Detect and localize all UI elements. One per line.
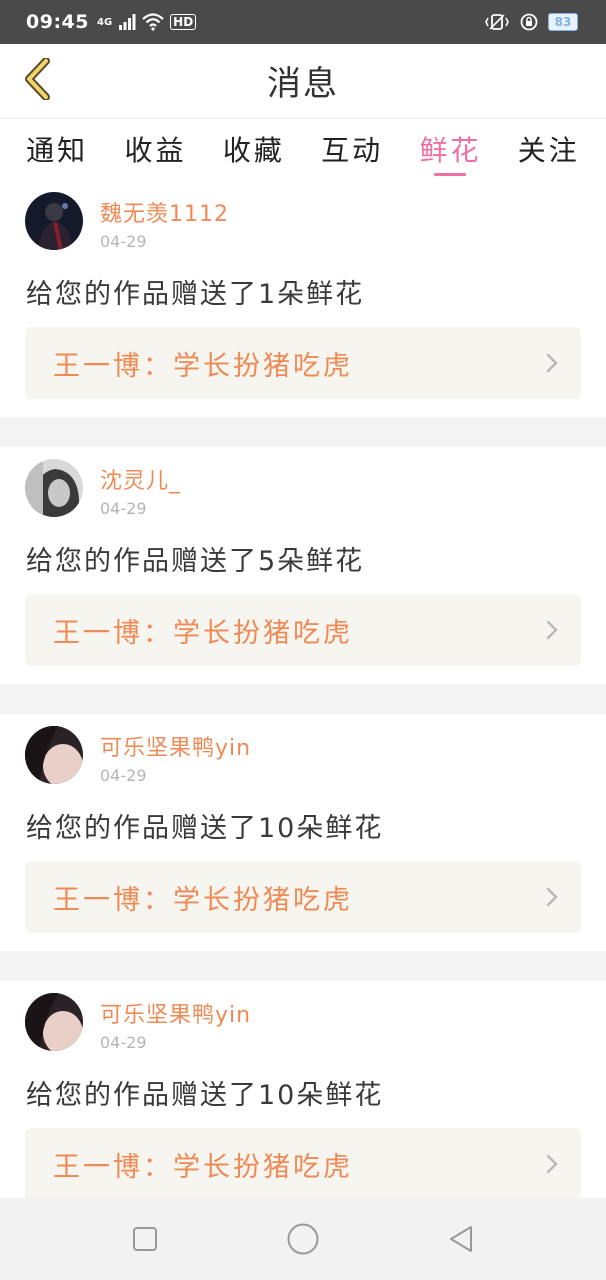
sender-name[interactable]: 魏无羡1112 [100,196,229,228]
avatar-image [25,993,83,1051]
message-date: 04-29 [100,1033,147,1052]
work-link[interactable]: 王一博：学长扮猪吃虎 [25,327,581,399]
signal-icon [119,14,136,30]
tab-interactions[interactable]: 互动 [303,119,401,169]
system-back-button[interactable] [441,1219,481,1259]
list-item: 魏无羡1112 04-29 给您的作品赠送了1朵鲜花 王一博：学长扮猪吃虎 [0,180,606,417]
status-signal-group: 4G HD [96,13,197,31]
divider [0,417,606,447]
chevron-right-icon [546,887,558,907]
work-title: 王一博：学长扮猪吃虎 [53,350,353,382]
tab-flowers[interactable]: 鲜花 [401,119,499,176]
tab-earnings[interactable]: 收益 [106,119,204,169]
home-button[interactable] [283,1219,323,1259]
list-item: 可乐坚果鸭yin 04-29 给您的作品赠送了10朵鲜花 王一博：学长扮猪吃虎 [0,981,606,1218]
alarm-lock-icon [520,13,538,31]
work-link[interactable]: 王一博：学长扮猪吃虎 [25,861,581,933]
avatar[interactable] [25,459,83,517]
work-title: 王一博：学长扮猪吃虎 [53,1151,353,1183]
avatar-image [25,726,83,784]
work-title: 王一博：学长扮猪吃虎 [53,617,353,649]
vibrate-icon [485,14,509,30]
list-item: 可乐坚果鸭yin 04-29 给您的作品赠送了10朵鲜花 王一博：学长扮猪吃虎 [0,714,606,951]
sender-name[interactable]: 沈灵儿_ [100,463,181,495]
avatar-image [25,459,83,517]
chevron-right-icon [546,353,558,373]
back-icon [450,1226,472,1252]
wifi-icon [142,13,164,31]
message-text: 给您的作品赠送了10朵鲜花 [26,813,384,844]
message-date: 04-29 [100,766,147,785]
message-date: 04-29 [100,499,147,518]
tab-follows[interactable]: 关注 [500,119,598,169]
app-header: 消息 [0,44,606,116]
battery-indicator: 83 [548,13,578,31]
list-item: 沈灵儿_ 04-29 给您的作品赠送了5朵鲜花 王一博：学长扮猪吃虎 [0,447,606,684]
message-text: 给您的作品赠送了10朵鲜花 [26,1080,384,1111]
avatar[interactable] [25,726,83,784]
chevron-right-icon [546,1154,558,1174]
status-right: 83 [484,13,578,31]
page-title: 消息 [267,63,339,104]
status-time: 09:45 [26,11,89,33]
home-icon [287,1223,319,1255]
sender-name[interactable]: 可乐坚果鸭yin [100,730,251,762]
divider [0,951,606,981]
hd-badge: HD [170,14,197,30]
status-bar: 09:45 4G HD 83 [0,0,606,44]
tab-notifications[interactable]: 通知 [8,119,106,169]
avatar[interactable] [25,993,83,1051]
chevron-right-icon [546,620,558,640]
tab-favorites[interactable]: 收藏 [205,119,303,169]
message-list: 魏无羡1112 04-29 给您的作品赠送了1朵鲜花 王一博：学长扮猪吃虎 沈灵… [0,180,606,1218]
work-link[interactable]: 王一博：学长扮猪吃虎 [25,594,581,666]
system-nav-bar [0,1198,606,1280]
avatar-image [25,192,83,250]
message-text: 给您的作品赠送了5朵鲜花 [26,546,365,577]
divider [0,684,606,714]
message-date: 04-29 [100,232,147,251]
recent-apps-button[interactable] [125,1219,165,1259]
status-left: 09:45 4G HD [26,11,197,33]
work-link[interactable]: 王一博：学长扮猪吃虎 [25,1128,581,1200]
avatar[interactable] [25,192,83,250]
message-text: 给您的作品赠送了1朵鲜花 [26,279,365,310]
network-label: 4G [96,16,113,28]
back-button[interactable] [14,56,60,102]
tab-bar: 通知 收益 收藏 互动 鲜花 关注 [0,118,606,180]
sender-name[interactable]: 可乐坚果鸭yin [100,997,251,1029]
recent-apps-icon [133,1227,157,1251]
work-title: 王一博：学长扮猪吃虎 [53,884,353,916]
chevron-left-icon [25,58,50,100]
